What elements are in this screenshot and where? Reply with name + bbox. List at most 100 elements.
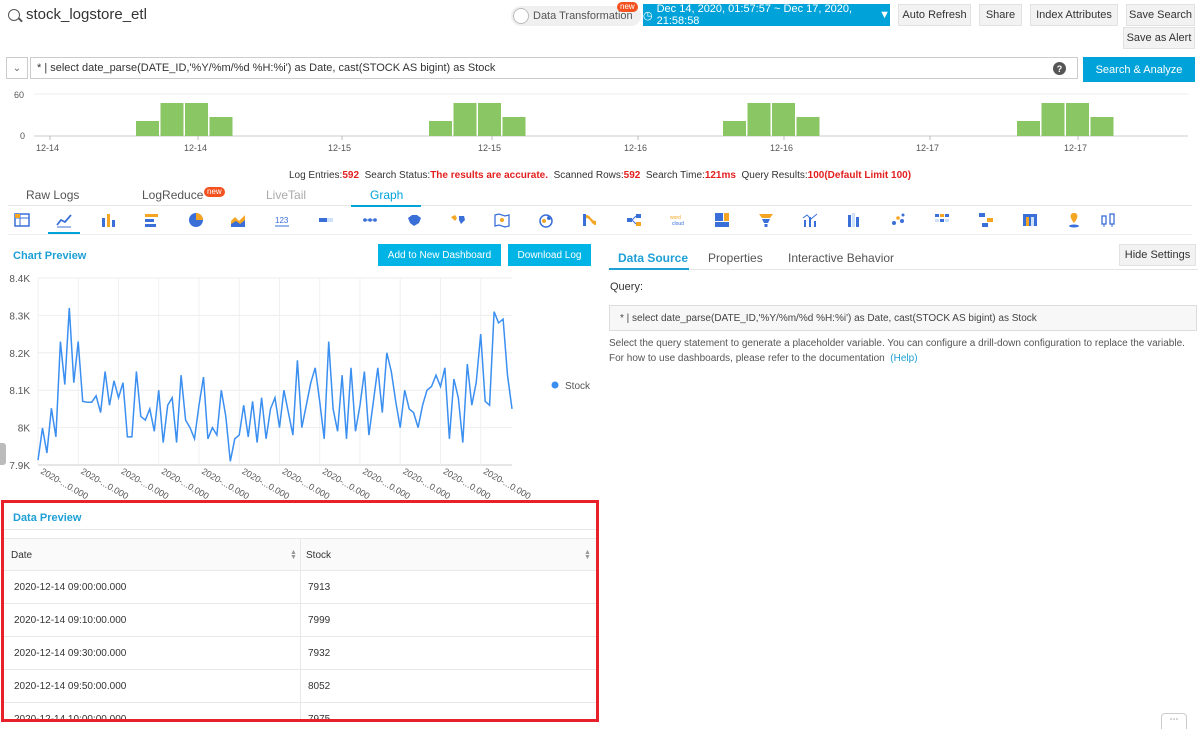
bar-chart-icon[interactable] xyxy=(144,212,160,228)
table-chart-icon[interactable] xyxy=(14,212,30,228)
column-line-icon[interactable] xyxy=(802,212,818,228)
histogram-x-label: 12-17 xyxy=(1064,143,1087,153)
tab-data-source[interactable]: Data Source xyxy=(618,251,688,265)
sankey-icon[interactable] xyxy=(582,212,598,228)
time-range-picker[interactable]: ◷ Dec 14, 2020, 01:57:57 ~ Dec 17, 2020,… xyxy=(643,3,890,27)
search-status-bar: Log Entries:592 Search Status:The result… xyxy=(0,170,1200,181)
date-cell: 2020-12-14 09:30:00.000 xyxy=(14,648,127,659)
feedback-icon[interactable]: ⋯ xyxy=(1161,713,1187,729)
area-chart-icon[interactable] xyxy=(230,212,246,228)
auto-refresh-button[interactable]: Auto Refresh xyxy=(898,4,971,26)
histogram-bar[interactable] xyxy=(747,103,771,136)
histogram-bar[interactable] xyxy=(796,117,820,136)
stock-cell: 7999 xyxy=(308,615,331,626)
hexagon-icon[interactable] xyxy=(1022,212,1038,228)
histogram-bar[interactable] xyxy=(160,103,184,136)
location-pin-icon[interactable] xyxy=(1066,212,1082,228)
chevron-down-icon: ⌄ xyxy=(12,62,22,74)
histogram-bar[interactable] xyxy=(772,103,795,136)
flow-graph-icon[interactable] xyxy=(978,212,994,228)
histogram-bar[interactable] xyxy=(1041,103,1065,136)
treemap-icon[interactable] xyxy=(714,212,730,228)
y-tick-label: 8.2K xyxy=(9,349,30,360)
heatmap-icon[interactable] xyxy=(934,212,950,228)
histogram-bar[interactable] xyxy=(1066,103,1089,136)
chart-type-toolbar: 123 word cloud xyxy=(8,207,1192,235)
histogram-bar[interactable] xyxy=(453,103,477,136)
hist-y-tick: 0 xyxy=(20,131,25,141)
funnel-icon[interactable] xyxy=(758,212,774,228)
hide-settings-button[interactable]: Hide Settings xyxy=(1119,244,1196,266)
line-chart-icon[interactable] xyxy=(56,212,72,228)
cross-table-icon[interactable] xyxy=(846,212,862,228)
histogram-bar[interactable] xyxy=(136,121,159,136)
query-history-dropdown[interactable]: ⌄ xyxy=(6,57,28,79)
column-header-stock[interactable]: Stock xyxy=(306,539,331,572)
sort-icon[interactable]: ▲ ▼ xyxy=(584,549,591,561)
map-icon[interactable] xyxy=(494,212,510,228)
tab-raw-logs[interactable]: Raw Logs xyxy=(26,188,79,202)
histogram-svg: 60 0 12-14 12-14 12-15 12-15 12-16 12-16 12-17… xyxy=(14,90,1188,153)
drilldown-note: Select the query statement to generate a… xyxy=(609,338,1185,349)
histogram-x-label: 12-14 xyxy=(36,143,59,153)
histogram-bar[interactable] xyxy=(1017,121,1040,136)
date-cell: 2020-12-14 09:10:00.000 xyxy=(14,615,127,626)
box-plot-icon[interactable] xyxy=(1100,212,1116,228)
histogram-bar[interactable] xyxy=(185,103,208,136)
histogram-bar[interactable] xyxy=(209,117,233,136)
clock-icon: ◷ xyxy=(643,9,653,22)
query-statement-box[interactable]: * | select date_parse(DATE_ID,'%Y/%m/%d … xyxy=(609,305,1197,331)
legend-marker[interactable] xyxy=(551,381,559,389)
tab-logreduce[interactable]: LogReduce xyxy=(142,188,203,202)
stock-cell: 8052 xyxy=(308,681,331,692)
world-map-icon[interactable] xyxy=(450,212,466,228)
pie-chart-icon[interactable] xyxy=(188,212,204,228)
topology-icon[interactable] xyxy=(626,212,642,228)
histogram-x-label: 12-15 xyxy=(328,143,351,153)
column-divider xyxy=(300,670,301,703)
histogram-bar[interactable] xyxy=(478,103,501,136)
tab-graph[interactable]: Graph xyxy=(370,188,403,202)
query-input[interactable]: * | select date_parse(DATE_ID,'%Y/%m/%d … xyxy=(30,57,1078,79)
histogram-bar[interactable] xyxy=(1090,117,1114,136)
time-range-text: Dec 14, 2020, 01:57:57 ~ Dec 17, 2020, 2… xyxy=(656,3,853,27)
progress-bar-icon[interactable] xyxy=(318,212,334,228)
y-tick-label: 8.1K xyxy=(9,386,30,397)
histogram-x-label: 12-16 xyxy=(624,143,647,153)
table-row: 2020-12-14 09:30:00.000 7932 xyxy=(4,637,597,670)
tab-interactive-behavior[interactable]: Interactive Behavior xyxy=(788,251,894,265)
share-button[interactable]: Share xyxy=(979,4,1022,26)
column-chart-icon[interactable] xyxy=(100,212,116,228)
table-row: 2020-12-14 09:50:00.000 8052 xyxy=(4,670,597,703)
sort-icon[interactable]: ▲ ▼ xyxy=(290,549,297,561)
new-badge: new xyxy=(617,2,638,12)
scatter-icon[interactable] xyxy=(890,212,906,228)
word-cloud-icon[interactable]: wordcloud xyxy=(670,212,686,228)
save-search-button[interactable]: Save Search xyxy=(1126,4,1195,26)
logstore-title: stock_logstore_etl xyxy=(8,6,147,23)
flow-chart-icon[interactable] xyxy=(538,212,554,228)
log-histogram[interactable]: 60 0 12-14 12-14 12-15 12-15 12-16 12-16 12-17… xyxy=(8,86,1188,166)
index-attributes-button[interactable]: Index Attributes xyxy=(1030,4,1118,26)
single-value-icon[interactable]: 123 xyxy=(274,212,290,228)
toggle-knob[interactable] xyxy=(513,8,529,24)
china-map-icon[interactable] xyxy=(406,212,422,228)
add-to-dashboard-button[interactable]: Add to New Dashboard xyxy=(378,244,501,266)
timeline-icon[interactable] xyxy=(362,212,378,228)
query-results-label: Query Results: xyxy=(741,170,808,181)
search-analyze-button[interactable]: Search & Analyze xyxy=(1083,57,1195,82)
tab-livetail[interactable]: LiveTail xyxy=(266,188,306,202)
save-as-alert-button[interactable]: Save as Alert xyxy=(1123,27,1195,49)
dashboard-help-text: For how to use dashboards, please refer … xyxy=(609,353,885,364)
legend-label-stock[interactable]: Stock xyxy=(565,381,591,392)
help-icon[interactable]: ? xyxy=(1053,62,1066,75)
chart-preview-title: Chart Preview xyxy=(13,250,87,262)
column-header-date[interactable]: Date xyxy=(11,539,32,572)
histogram-x-label: 12-17 xyxy=(916,143,939,153)
histogram-bar[interactable] xyxy=(723,121,746,136)
histogram-bar[interactable] xyxy=(429,121,452,136)
histogram-bar[interactable] xyxy=(502,117,526,136)
download-log-button[interactable]: Download Log xyxy=(508,244,591,266)
help-link[interactable]: (Help) xyxy=(890,353,917,364)
tab-properties[interactable]: Properties xyxy=(708,251,763,265)
